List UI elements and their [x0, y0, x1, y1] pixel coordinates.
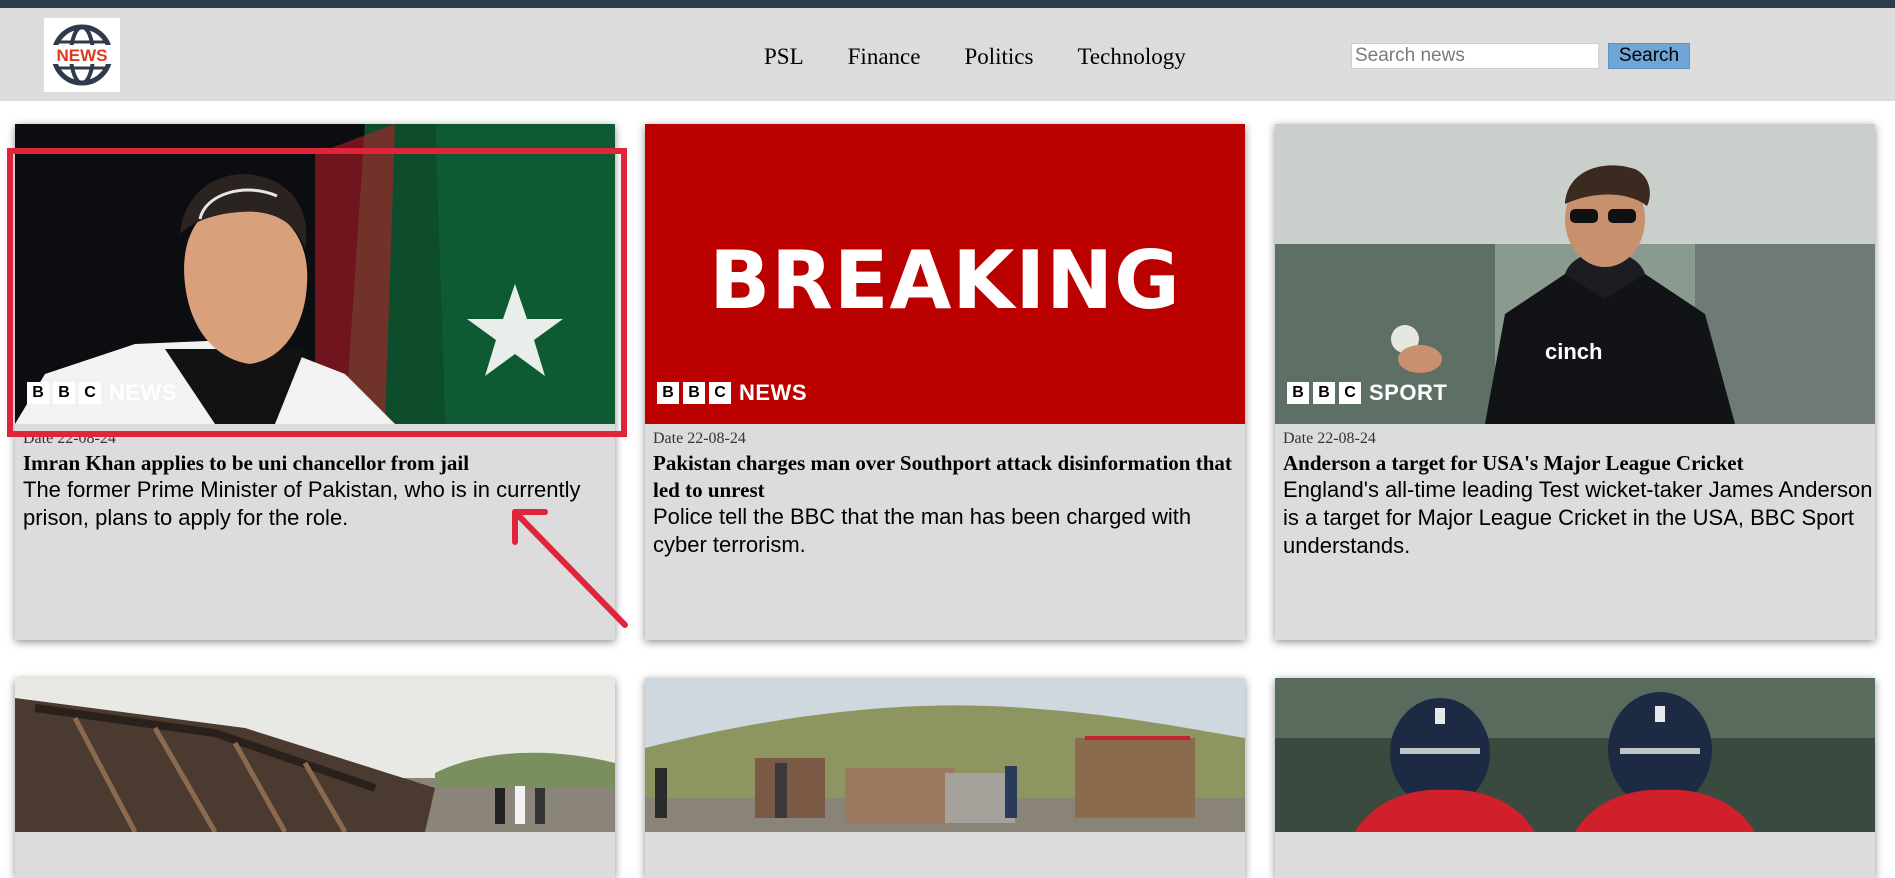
bbc-letter: C: [709, 382, 731, 404]
bbc-letter: B: [683, 382, 705, 404]
search-input[interactable]: [1351, 43, 1599, 69]
news-card-image[interactable]: [645, 678, 1245, 878]
nav-link-finance[interactable]: Finance: [848, 44, 921, 70]
news-card-date: Date 22-08-24: [23, 430, 116, 447]
news-card-image[interactable]: cinch B B C SPORT: [1275, 124, 1875, 424]
burnt-bus-photo: [15, 678, 615, 834]
logo-text: NEWS: [57, 46, 108, 65]
top-accent-bar: [0, 0, 1895, 8]
bbc-brand-word: NEWS: [109, 380, 177, 405]
site-logo[interactable]: NEWS: [44, 18, 120, 92]
news-card-image[interactable]: [15, 678, 615, 878]
bbc-brand-word: NEWS: [739, 380, 807, 405]
news-card-summary: Police tell the BBC that the man has bee…: [653, 504, 1192, 557]
globe-icon: NEWS: [50, 24, 114, 86]
bbc-letter: C: [1339, 382, 1361, 404]
news-card-summary: England's all-time leading Test wicket-t…: [1283, 477, 1873, 558]
news-card[interactable]: [1275, 678, 1875, 878]
news-card-title[interactable]: Anderson a target for USA's Major League…: [1283, 450, 1868, 477]
bbc-letter: B: [657, 382, 679, 404]
imran-khan-photo: [15, 124, 615, 424]
breaking-banner-text: BREAKING: [709, 234, 1181, 327]
bbc-letter: B: [1287, 382, 1309, 404]
bbc-sport-watermark: B B C SPORT: [1287, 380, 1447, 406]
bbc-letter: B: [1313, 382, 1335, 404]
news-card-summary: The former Prime Minister of Pakistan, w…: [23, 477, 581, 530]
england-cricketers-photo: [1275, 678, 1875, 832]
news-card[interactable]: B B C NEWS Date 22-08-24 Imran Khan appl…: [15, 124, 615, 640]
bbc-letter: B: [53, 382, 75, 404]
burnt-vehicles-roadside-photo: [645, 678, 1245, 832]
news-card-title[interactable]: Imran Khan applies to be uni chancellor …: [23, 450, 608, 477]
svg-text:cinch: cinch: [1545, 339, 1602, 364]
bbc-news-watermark: B B C NEWS: [27, 380, 177, 406]
news-card[interactable]: [15, 678, 615, 878]
nav-link-politics[interactable]: Politics: [964, 44, 1033, 70]
news-card-image[interactable]: [1275, 678, 1875, 878]
news-card[interactable]: cinch B B C SPORT Date 22-08-24 Anderson…: [1275, 124, 1875, 640]
navbar: NEWS PSL Finance Politics Technology Sea…: [0, 8, 1895, 101]
news-card-date: Date 22-08-24: [653, 430, 746, 447]
news-card-title[interactable]: Pakistan charges man over Southport atta…: [653, 450, 1238, 504]
bbc-letter: C: [79, 382, 101, 404]
search-button[interactable]: Search: [1608, 43, 1690, 69]
james-anderson-photo: cinch: [1275, 124, 1875, 424]
nav-link-technology[interactable]: Technology: [1077, 44, 1185, 70]
news-card-image[interactable]: BREAKING B B C NEWS: [645, 124, 1245, 424]
bbc-brand-word: SPORT: [1369, 380, 1448, 405]
news-card[interactable]: [645, 678, 1245, 878]
nav-link-psl[interactable]: PSL: [764, 44, 804, 70]
news-card-image[interactable]: B B C NEWS: [15, 124, 615, 424]
news-card-date: Date 22-08-24: [1283, 430, 1376, 447]
bbc-news-watermark: B B C NEWS: [657, 380, 807, 406]
bbc-letter: B: [27, 382, 49, 404]
main-nav: PSL Finance Politics Technology: [764, 44, 1230, 70]
news-card[interactable]: BREAKING B B C NEWS Date 22-08-24 Pakist…: [645, 124, 1245, 640]
